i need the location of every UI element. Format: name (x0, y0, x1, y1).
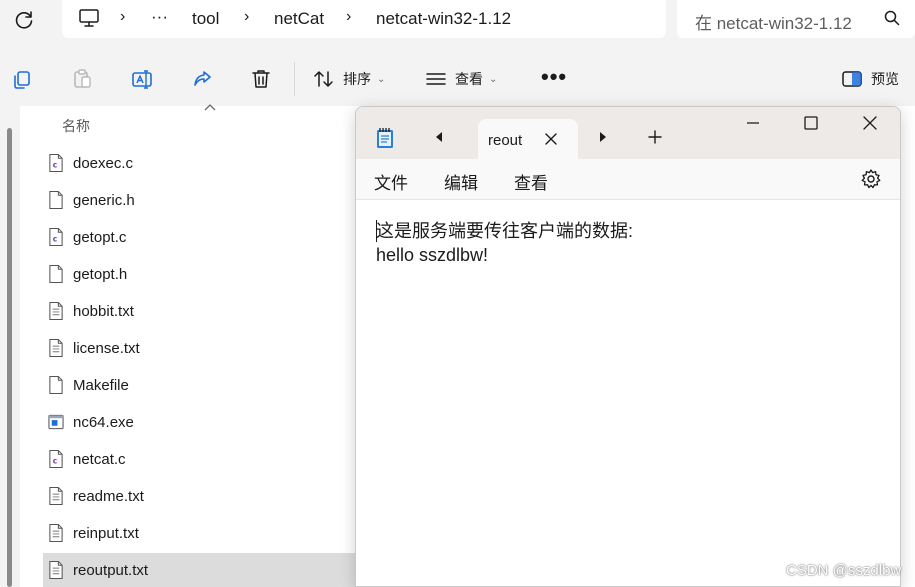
text-file-icon (49, 561, 63, 579)
c-source-file-icon: c (49, 228, 63, 246)
file-row[interactable]: hobbit.txt (43, 294, 363, 328)
command-bar: 排序 ⌄ 查看 ⌄ ••• 预览 (0, 54, 915, 104)
notepad-window: reout 文件 编辑 查看 这是服务端要传往客户端的数据: hello ssz… (355, 106, 901, 587)
text-line-2: hello sszdlbw! (376, 245, 489, 265)
column-header-name[interactable]: 名称 (62, 116, 90, 136)
file-row[interactable]: Makefile (43, 368, 363, 402)
breadcrumb-netcat[interactable]: netCat (274, 9, 324, 29)
file-row[interactable]: generic.h (43, 183, 363, 217)
minimize-icon[interactable] (743, 113, 763, 133)
file-row[interactable]: reinput.txt (43, 516, 363, 550)
close-window-icon[interactable] (860, 113, 880, 133)
search-placeholder: 在 netcat-win32-1.12 (695, 14, 852, 33)
exe-file-icon (48, 414, 64, 430)
watermark: CSDN @sszdlbw (786, 562, 902, 579)
c-source-file-icon: c (49, 154, 63, 172)
share-icon[interactable] (190, 67, 214, 91)
delete-icon[interactable] (249, 67, 273, 91)
tab-scroll-right-icon[interactable] (596, 130, 610, 144)
file-name: nc64.exe (73, 413, 134, 431)
tab-title: reout (488, 132, 523, 149)
tab-reout[interactable]: reout (478, 119, 578, 159)
sort-label: 排序 (343, 71, 371, 87)
sort-button[interactable]: 排序 ⌄ (313, 67, 385, 91)
svg-text:c: c (53, 457, 57, 466)
preview-label: 预览 (871, 71, 899, 87)
address-bar[interactable]: › ··· tool › netCat › netcat-win32-1.12 (62, 0, 666, 38)
menu-file[interactable]: 文件 (374, 169, 408, 194)
file-name: generic.h (73, 191, 135, 209)
preview-pane-icon (842, 71, 862, 87)
text-cursor (376, 220, 377, 242)
blank-file-icon (49, 191, 63, 209)
file-name: getopt.c (73, 228, 127, 246)
more-options-button[interactable]: ••• (541, 64, 567, 90)
notepad-text-area[interactable]: 这是服务端要传往客户端的数据: hello sszdlbw! (376, 219, 633, 267)
file-row[interactable]: reoutput.txt (43, 553, 363, 587)
preview-button[interactable]: 预览 (841, 67, 899, 91)
notepad-app-icon (377, 128, 393, 148)
file-row[interactable]: nc64.exe (43, 405, 363, 439)
chevron-down-icon: ⌄ (377, 73, 386, 85)
file-row[interactable]: readme.txt (43, 479, 363, 513)
text-file-icon (49, 339, 63, 357)
text-file-icon (49, 524, 63, 542)
svg-text:c: c (53, 235, 57, 244)
file-name: reinput.txt (73, 524, 139, 542)
text-file-icon (49, 302, 63, 320)
refresh-icon[interactable] (12, 8, 36, 32)
file-name: license.txt (73, 339, 140, 357)
paste-icon[interactable] (70, 67, 94, 91)
file-name: netcat.c (73, 450, 126, 468)
close-tab-icon[interactable] (544, 132, 558, 146)
chevron-down-icon: ⌄ (489, 73, 498, 85)
notepad-menubar: 文件 编辑 查看 (356, 159, 900, 199)
file-name: reoutput.txt (73, 561, 149, 579)
blank-file-icon (49, 376, 63, 394)
file-name: readme.txt (73, 487, 144, 505)
file-name: doexec.c (73, 154, 134, 172)
c-source-file-icon: c (49, 450, 63, 468)
chevron-right-icon: › (244, 8, 250, 25)
sort-icon (314, 71, 333, 87)
new-tab-icon[interactable] (647, 129, 663, 145)
file-row[interactable]: getopt.h (43, 257, 363, 291)
breadcrumb-tool[interactable]: tool (192, 9, 219, 29)
file-row[interactable]: license.txt (43, 331, 363, 365)
chevron-right-icon: › (120, 8, 126, 25)
sort-ascending-icon (204, 104, 216, 111)
file-row[interactable]: c netcat.c (43, 442, 363, 476)
navigation-scrollbar[interactable] (7, 128, 12, 587)
menu-edit[interactable]: 编辑 (444, 169, 478, 194)
file-name: getopt.h (73, 265, 128, 283)
svg-text:c: c (53, 161, 57, 170)
this-pc-icon (79, 9, 99, 27)
file-row[interactable]: c doexec.c (43, 146, 363, 180)
breadcrumb-overflow[interactable]: ··· (151, 7, 168, 27)
search-icon[interactable] (883, 9, 901, 27)
text-file-icon (49, 487, 63, 505)
maximize-icon[interactable] (801, 113, 821, 133)
breadcrumb-netcat-win32[interactable]: netcat-win32-1.12 (376, 9, 511, 29)
command-separator (294, 62, 295, 96)
file-name: Makefile (73, 376, 129, 394)
tab-scroll-left-icon[interactable] (432, 130, 446, 144)
search-box[interactable]: 在 netcat-win32-1.12 (677, 0, 915, 38)
copy-icon[interactable] (10, 67, 34, 91)
chevron-right-icon: › (346, 8, 352, 25)
address-row: › ··· tool › netCat › netcat-win32-1.12 … (0, 0, 915, 44)
menu-view[interactable]: 查看 (514, 169, 548, 194)
blank-file-icon (49, 265, 63, 283)
text-line-1: 这是服务端要传往客户端的数据: (376, 221, 633, 241)
rename-icon[interactable] (130, 67, 154, 91)
notepad-titlebar: reout (356, 107, 900, 159)
view-button[interactable]: 查看 ⌄ (425, 67, 497, 91)
settings-gear-icon[interactable] (860, 168, 882, 190)
view-list-icon (426, 73, 446, 85)
file-name: hobbit.txt (73, 302, 134, 320)
menubar-divider (356, 199, 900, 200)
view-label: 查看 (455, 71, 483, 87)
file-row[interactable]: c getopt.c (43, 220, 363, 254)
